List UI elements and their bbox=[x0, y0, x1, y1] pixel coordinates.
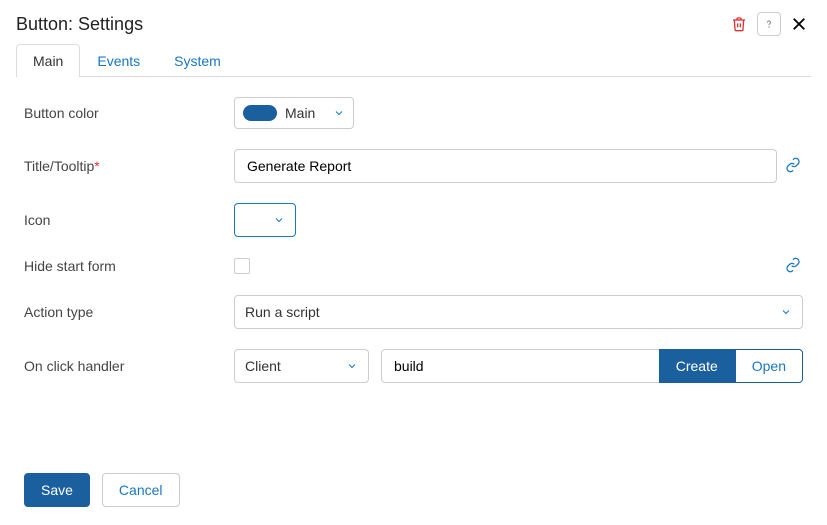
action-type-label: Action type bbox=[24, 304, 234, 320]
footer-actions: Save Cancel bbox=[24, 473, 180, 507]
header-actions bbox=[727, 12, 811, 36]
button-color-value: Main bbox=[285, 105, 315, 121]
tab-main[interactable]: Main bbox=[16, 44, 80, 77]
close-button[interactable] bbox=[787, 12, 811, 36]
help-icon bbox=[763, 18, 775, 30]
create-button[interactable]: Create bbox=[659, 349, 735, 383]
delete-button[interactable] bbox=[727, 12, 751, 36]
form-main: Button color Main Title/Tooltip* bbox=[16, 97, 811, 383]
icon-label: Icon bbox=[24, 212, 234, 228]
open-button[interactable]: Open bbox=[735, 349, 803, 383]
cancel-button[interactable]: Cancel bbox=[102, 473, 180, 507]
link-icon[interactable] bbox=[785, 157, 803, 175]
handler-name-input[interactable] bbox=[381, 349, 659, 383]
chevron-down-icon bbox=[333, 107, 345, 119]
action-type-value: Run a script bbox=[245, 304, 320, 320]
title-tooltip-label: Title/Tooltip* bbox=[24, 158, 234, 174]
page-title: Button: Settings bbox=[16, 14, 143, 35]
action-type-select[interactable]: Run a script bbox=[234, 295, 803, 329]
handler-scope-value: Client bbox=[245, 358, 281, 374]
hide-start-checkbox[interactable] bbox=[234, 258, 250, 274]
tab-system[interactable]: System bbox=[157, 44, 238, 77]
save-button[interactable]: Save bbox=[24, 473, 90, 507]
chevron-down-icon bbox=[273, 214, 285, 226]
tab-events[interactable]: Events bbox=[80, 44, 157, 77]
chevron-down-icon bbox=[346, 360, 358, 372]
tab-bar: Main Events System bbox=[16, 44, 811, 77]
link-icon[interactable] bbox=[785, 257, 803, 275]
handler-scope-select[interactable]: Client bbox=[234, 349, 369, 383]
button-color-label: Button color bbox=[24, 105, 234, 121]
title-tooltip-input[interactable] bbox=[234, 149, 777, 183]
color-swatch-icon bbox=[243, 105, 277, 121]
on-click-label: On click handler bbox=[24, 358, 234, 374]
required-marker: * bbox=[94, 158, 99, 174]
close-icon bbox=[790, 15, 808, 33]
button-color-select[interactable]: Main bbox=[234, 97, 354, 129]
help-button[interactable] bbox=[757, 12, 781, 36]
trash-icon bbox=[731, 16, 747, 32]
hide-start-label: Hide start form bbox=[24, 258, 234, 274]
chevron-down-icon bbox=[780, 306, 792, 318]
icon-picker[interactable] bbox=[234, 203, 296, 237]
